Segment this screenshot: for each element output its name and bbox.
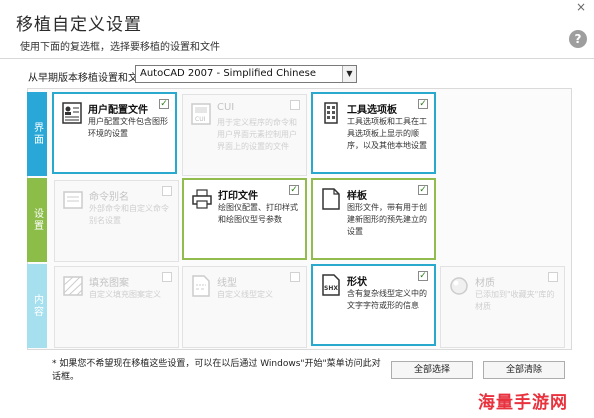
card-description: 工具选项板和工具在工具选项板上显示的顺序，以及其他本地设置 <box>347 117 427 150</box>
card-title: 命令别名 <box>89 192 129 203</box>
card-title: 线型 <box>217 278 237 289</box>
card-tool-palettes[interactable]: 工具选项板 ✓ 工具选项板和工具在工具选项板上显示的顺序，以及其他本地设置 <box>311 92 436 174</box>
header-divider <box>0 58 594 59</box>
row-label-interface: 界面 <box>27 92 47 176</box>
row-label-settings: 设置 <box>27 178 47 262</box>
material-icon <box>450 277 468 295</box>
source-version-label: 从早期版本移植设置和文件: <box>28 73 152 84</box>
footer-note: * 如果您不希望现在移植这些设置，可以在以后通过 Windows"开始"菜单访问… <box>52 359 381 382</box>
close-icon[interactable]: × <box>576 0 586 14</box>
svg-text:CUI: CUI <box>195 116 206 123</box>
card-checkbox[interactable]: ✓ <box>418 99 428 109</box>
card-description: 图形文件，带有用于创建新图形的预先建立的设置 <box>347 203 427 236</box>
card-checkbox <box>548 272 558 282</box>
select-all-button[interactable]: 全部选择 <box>391 361 473 379</box>
card-linetypes: 线型 自定义线型定义 <box>182 266 307 348</box>
card-title: 形状 <box>347 277 367 288</box>
card-description: 含有复杂线型定义中的文字字符或形的信息 <box>347 289 427 310</box>
card-checkbox <box>290 272 300 282</box>
card-checkbox <box>162 186 172 196</box>
card-checkbox <box>290 100 300 110</box>
card-checkbox[interactable]: ✓ <box>418 271 428 281</box>
card-checkbox[interactable]: ✓ <box>289 185 299 195</box>
dialog-subtitle: 使用下面的复选框，选择要移植的设置和文件 <box>20 42 220 53</box>
printer-icon <box>192 189 212 209</box>
card-description: 用户配置文件包含图形环境的设置 <box>88 117 168 138</box>
card-title: 填充图案 <box>89 278 129 289</box>
card-description: 绘图仪配置、打印样式和绘图仪型号参数 <box>218 203 298 224</box>
card-title: 材质 <box>475 278 495 289</box>
chevron-down-icon[interactable]: ▼ <box>342 66 356 82</box>
card-description: 已添加到"收藏夹"库的材质 <box>475 290 555 311</box>
card-title: CUI <box>217 102 235 113</box>
card-user-profile[interactable]: 用户配置文件 ✓ 用户配置文件包含图形环境的设置 <box>52 92 177 174</box>
linetype-icon <box>192 275 210 297</box>
card-checkbox[interactable]: ✓ <box>159 99 169 109</box>
card-description: 自定义填充图案定义 <box>89 290 161 299</box>
template-icon <box>322 188 340 210</box>
card-command-aliases: 命令别名 外部命令和自定义命令别名设置 <box>54 180 179 262</box>
card-description: 外部命令和自定义命令别名设置 <box>89 204 169 225</box>
profile-icon <box>62 102 82 124</box>
svg-text:SHX: SHX <box>324 285 338 292</box>
card-checkbox[interactable]: ✓ <box>418 185 428 195</box>
card-cui: CUI CUI 用于定义程序的命令和用户界面元素控制用户界面上的设置的文件 <box>182 94 307 176</box>
hatch-pattern-icon <box>63 276 83 296</box>
card-description: 用于定义程序的命令和用户界面元素控制用户界面上的设置的文件 <box>217 118 297 151</box>
tool-palette-icon <box>324 102 338 124</box>
command-alias-icon <box>63 191 83 209</box>
source-version-value: AutoCAD 2007 - Simplified Chinese <box>140 68 317 79</box>
card-title: 样板 <box>347 191 367 202</box>
card-templates[interactable]: 样板 ✓ 图形文件，带有用于创建新图形的预先建立的设置 <box>311 178 436 260</box>
cui-icon: CUI <box>191 103 211 125</box>
card-title: 工具选项板 <box>347 105 397 116</box>
card-shapes[interactable]: SHX 形状 ✓ 含有复杂线型定义中的文字字符或形的信息 <box>311 264 436 346</box>
card-plotter-files[interactable]: 打印文件 ✓ 绘图仪配置、打印样式和绘图仪型号参数 <box>182 178 307 260</box>
card-materials: 材质 已添加到"收藏夹"库的材质 <box>440 266 565 348</box>
row-label-content: 内容 <box>27 264 47 348</box>
card-description: 自定义线型定义 <box>217 290 273 299</box>
card-title: 用户配置文件 <box>88 105 148 116</box>
site-watermark: 海量手游网 <box>478 393 568 413</box>
card-checkbox <box>162 272 172 282</box>
card-hatch-patterns: 填充图案 自定义填充图案定义 <box>54 266 179 348</box>
help-icon[interactable]: ? <box>569 30 587 48</box>
dialog-title: 移植自定义设置 <box>16 15 142 35</box>
card-title: 打印文件 <box>218 191 258 202</box>
source-version-select[interactable]: AutoCAD 2007 - Simplified Chinese ▼ <box>135 65 357 83</box>
shape-icon: SHX <box>322 274 340 296</box>
clear-all-button[interactable]: 全部清除 <box>483 361 565 379</box>
